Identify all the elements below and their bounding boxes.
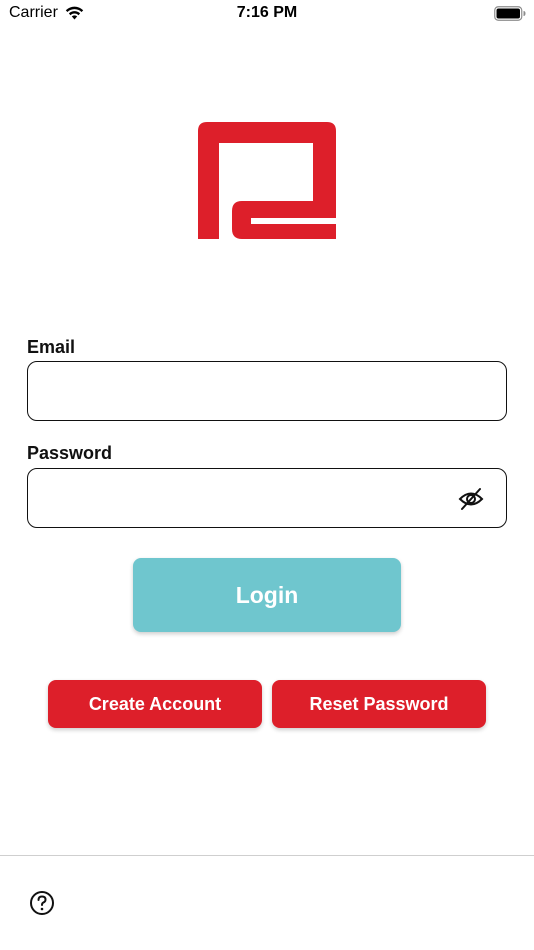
create-account-button[interactable]: Create Account xyxy=(48,680,262,728)
status-bar: Carrier 7:16 PM xyxy=(0,0,534,28)
help-icon[interactable] xyxy=(29,890,55,916)
password-label: Password xyxy=(27,443,113,463)
password-field-box[interactable] xyxy=(27,468,507,528)
logo-icon xyxy=(198,122,336,239)
email-label: Email xyxy=(27,337,76,357)
reset-password-button[interactable]: Reset Password xyxy=(272,680,486,728)
password-input[interactable] xyxy=(42,469,442,527)
email-input[interactable] xyxy=(42,362,442,420)
eye-off-icon[interactable] xyxy=(458,486,484,512)
login-button[interactable]: Login xyxy=(133,558,401,632)
email-field-box[interactable] xyxy=(27,361,507,421)
battery-icon xyxy=(494,6,526,21)
bottom-divider xyxy=(0,855,534,856)
status-time: 7:16 PM xyxy=(236,4,298,21)
